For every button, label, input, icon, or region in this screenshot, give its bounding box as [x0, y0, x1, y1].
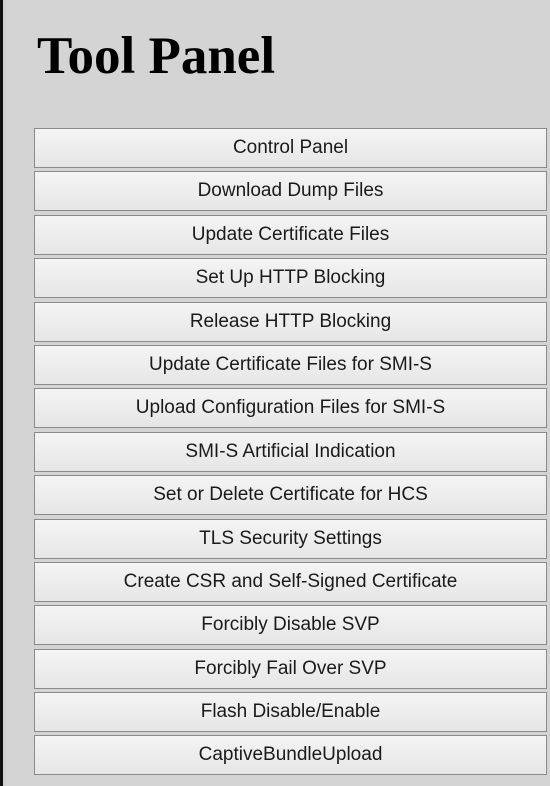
update-certificate-files-smi-s-button[interactable]: Update Certificate Files for SMI-S [34, 344, 547, 385]
control-panel-button[interactable]: Control Panel [34, 128, 547, 168]
set-or-delete-certificate-hcs-button[interactable]: Set or Delete Certificate for HCS [34, 475, 547, 516]
captive-bundle-upload-button[interactable]: CaptiveBundleUpload [34, 735, 547, 776]
smi-s-artificial-indication-button[interactable]: SMI-S Artificial Indication [34, 431, 547, 472]
flash-disable-enable-button[interactable]: Flash Disable/Enable [34, 692, 547, 733]
tool-panel-window: Tool Panel Control Panel Download Dump F… [0, 0, 550, 786]
page-title: Tool Panel [37, 27, 276, 85]
set-up-http-blocking-button[interactable]: Set Up HTTP Blocking [34, 258, 547, 299]
create-csr-self-signed-certificate-button[interactable]: Create CSR and Self-Signed Certificate [34, 561, 547, 602]
update-certificate-files-button[interactable]: Update Certificate Files [34, 214, 547, 255]
tool-menu: Control Panel Download Dump Files Update… [34, 128, 547, 779]
upload-configuration-files-smi-s-button[interactable]: Upload Configuration Files for SMI-S [34, 388, 547, 429]
download-dump-files-button[interactable]: Download Dump Files [34, 171, 547, 212]
tls-security-settings-button[interactable]: TLS Security Settings [34, 518, 547, 559]
forcibly-disable-svp-button[interactable]: Forcibly Disable SVP [34, 605, 547, 646]
release-http-blocking-button[interactable]: Release HTTP Blocking [34, 301, 547, 342]
forcibly-fail-over-svp-button[interactable]: Forcibly Fail Over SVP [34, 648, 547, 689]
tool-panel: Tool Panel Control Panel Download Dump F… [6, 0, 550, 786]
